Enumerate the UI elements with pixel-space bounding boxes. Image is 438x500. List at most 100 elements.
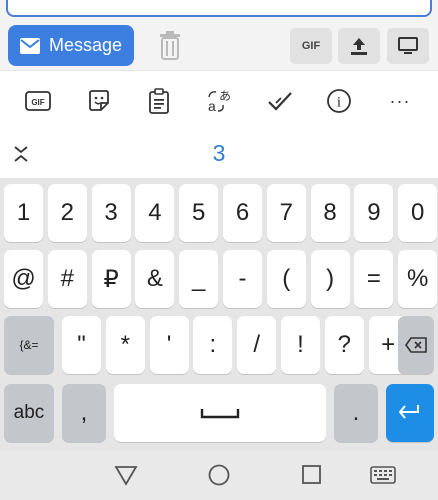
keyboard-toolbar: GIF a あ i ··· — [0, 70, 438, 130]
translate-icon-text: あ — [219, 89, 231, 103]
key-label: 5 — [192, 199, 206, 226]
symbol-page-label: {&= — [19, 338, 39, 352]
screen: Message GIF GIF a あ i ··· 3 1 2 3 4 5 6 … — [0, 0, 438, 500]
abc-key-label: abc — [13, 402, 45, 423]
key-row2-1[interactable]: # — [47, 250, 87, 308]
gif-icon[interactable]: GIF — [22, 85, 54, 117]
key-label: 3 — [104, 199, 118, 226]
key-row2-6[interactable]: ( — [266, 250, 306, 308]
message-input-field[interactable] — [6, 0, 432, 17]
key-label: 0 — [411, 199, 425, 226]
key-row1-3[interactable]: 4 — [135, 184, 175, 242]
screen-share-button[interactable] — [387, 28, 429, 64]
space-key[interactable] — [114, 384, 326, 442]
checkmark-icon[interactable] — [264, 85, 296, 117]
key-label: 7 — [279, 199, 293, 226]
key-row2-2[interactable]: ₽ — [91, 250, 131, 308]
key-row2-4[interactable]: _ — [179, 250, 219, 308]
gif-button-label: GIF — [301, 40, 321, 52]
key-row1-0[interactable]: 1 — [4, 184, 43, 242]
comma-key-label: , — [80, 399, 88, 426]
key-label: @ — [11, 265, 36, 292]
gif-icon-text: GIF — [31, 98, 44, 107]
key-label: ₽ — [103, 265, 119, 293]
envelope-icon — [19, 37, 40, 54]
key-row3-1[interactable]: * — [105, 316, 145, 374]
symbol-keyboard: 1 2 3 4 5 6 7 8 9 0 @ # ₽ & _ - () =% {&= " * ': /!? + abc ,… — [0, 178, 438, 450]
key-label: 4 — [148, 199, 162, 226]
key-row1-5[interactable]: 6 — [223, 184, 262, 242]
key-row3-3[interactable]: : — [193, 316, 233, 374]
key-row2-3[interactable]: & — [135, 250, 175, 308]
key-row1-4[interactable]: 5 — [179, 184, 219, 242]
key-label: ? — [337, 331, 351, 358]
key-label: ) — [326, 265, 335, 292]
key-label: % — [407, 265, 429, 292]
svg-text:a: a — [208, 98, 216, 114]
period-key[interactable]: . — [334, 384, 378, 442]
clipboard-icon[interactable] — [143, 85, 175, 117]
home-icon[interactable] — [207, 464, 231, 486]
key-row1-9[interactable]: 0 — [398, 184, 438, 242]
key-label: 2 — [60, 199, 74, 226]
more-icon[interactable]: ··· — [384, 85, 416, 117]
key-label: 6 — [235, 199, 250, 226]
symbol-page-key[interactable]: {&= — [4, 316, 54, 374]
key-row1-1[interactable]: 2 — [47, 184, 87, 242]
key-label: - — [238, 265, 247, 292]
keyboard-switch-icon[interactable] — [370, 464, 396, 486]
enter-key[interactable] — [386, 384, 434, 442]
backspace-key[interactable] — [398, 316, 434, 374]
message-button[interactable]: Message — [8, 25, 134, 66]
backspace-icon — [405, 337, 427, 353]
recents-icon[interactable] — [300, 464, 324, 486]
space-bar-icon — [200, 409, 240, 419]
sticker-icon[interactable] — [83, 85, 115, 117]
key-label: " — [77, 331, 86, 358]
key-label: = — [366, 265, 381, 292]
key-label: # — [60, 265, 74, 292]
key-label: + — [381, 331, 396, 358]
collapse-keyboard-icon[interactable] — [10, 143, 32, 165]
trash-icon[interactable] — [158, 30, 182, 60]
key-label: 8 — [323, 199, 337, 226]
key-label: ' — [166, 331, 172, 358]
info-icon-text: i — [337, 95, 341, 111]
key-row3-0[interactable]: " — [62, 316, 101, 374]
suggestion-strip: 3 — [0, 130, 438, 178]
monitor-icon — [398, 37, 418, 54]
key-row2-9[interactable]: % — [398, 250, 438, 308]
key-row3-4[interactable]: / — [237, 316, 277, 374]
upload-button[interactable] — [338, 28, 380, 64]
key-label: / — [253, 331, 261, 358]
enter-icon — [399, 405, 419, 419]
info-icon[interactable]: i — [323, 85, 355, 117]
message-button-label: Message — [48, 35, 123, 55]
key-row1-2[interactable]: 3 — [91, 184, 131, 242]
key-label: & — [146, 265, 163, 292]
key-label: 9 — [367, 199, 381, 226]
key-label: ! — [297, 331, 304, 358]
key-row3-2[interactable]: ' — [149, 316, 189, 374]
back-icon[interactable] — [114, 464, 138, 486]
comma-key[interactable]: , — [62, 384, 106, 442]
composer-bar: Message GIF — [0, 0, 438, 70]
key-row1-7[interactable]: 8 — [310, 184, 350, 242]
gif-button[interactable]: GIF — [290, 28, 332, 64]
period-key-label: . — [352, 399, 360, 426]
key-label: : — [209, 331, 217, 358]
suggestion-word[interactable]: 3 — [0, 130, 438, 178]
key-row1-8[interactable]: 9 — [354, 184, 394, 242]
key-row2-0[interactable]: @ — [4, 250, 43, 308]
upload-icon — [351, 38, 367, 55]
key-row2-7[interactable]: ) — [310, 250, 350, 308]
abc-key[interactable]: abc — [4, 384, 54, 442]
key-row3-6[interactable]: ? — [324, 316, 364, 374]
key-row2-5[interactable]: - — [223, 250, 262, 308]
key-label: _ — [192, 265, 206, 292]
key-row3-5[interactable]: ! — [281, 316, 320, 374]
key-row1-6[interactable]: 7 — [266, 184, 306, 242]
key-row2-8[interactable]: = — [354, 250, 394, 308]
translate-icon[interactable]: a あ — [204, 85, 236, 117]
key-label: * — [120, 331, 130, 358]
